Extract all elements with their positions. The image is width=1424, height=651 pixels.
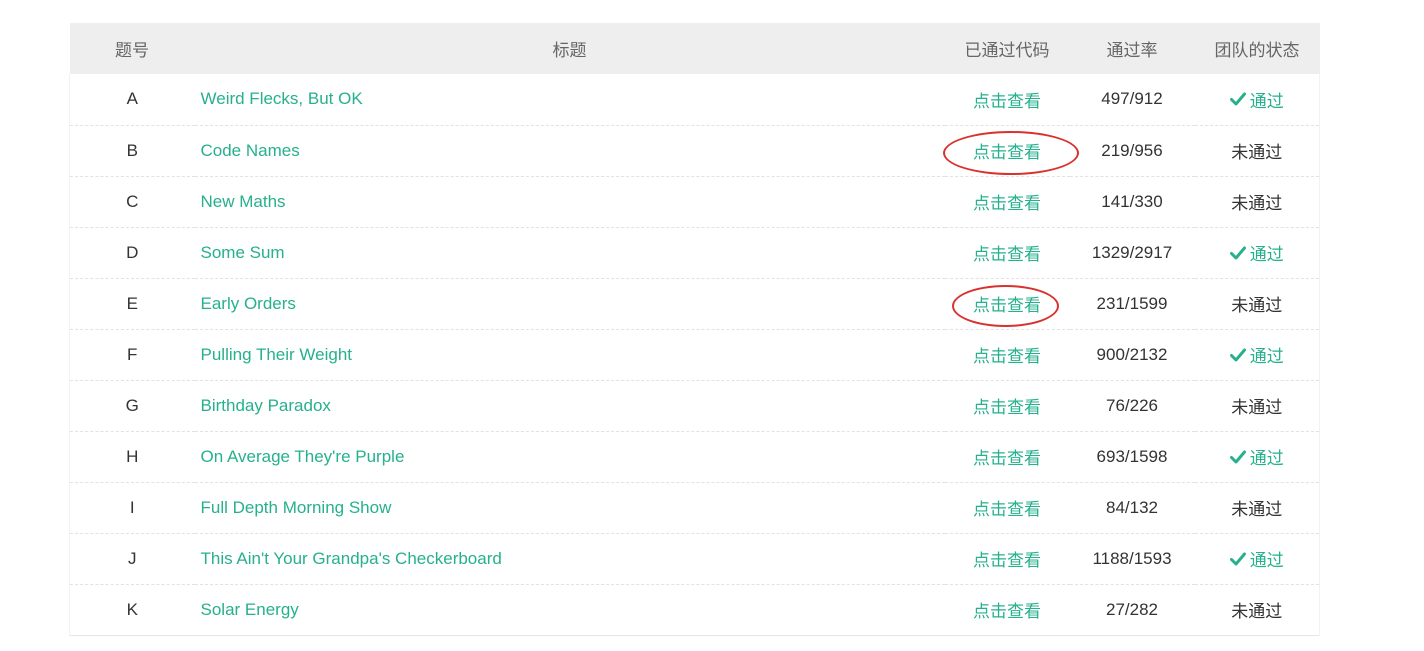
team-status-cell: 未通过	[1194, 278, 1320, 329]
problem-title-link[interactable]: This Ain't Your Grandpa's Checkerboard	[201, 549, 502, 568]
team-status-cell: 未通过	[1194, 482, 1320, 533]
header-id[interactable]: 题号	[70, 23, 195, 74]
team-status-cell: 未通过	[1194, 584, 1320, 635]
view-code-link[interactable]: 点击查看	[973, 500, 1041, 519]
table-row: H On Average They're Purple 点击查看 693/159…	[69, 431, 1320, 482]
problem-id: A	[69, 74, 195, 125]
header-status[interactable]: 团队的状态	[1195, 23, 1320, 74]
view-code-link[interactable]: 点击查看	[973, 551, 1041, 570]
status-not-passed: 未通过	[1231, 398, 1283, 417]
header-rate[interactable]: 通过率	[1070, 23, 1195, 74]
team-status-cell: 未通过	[1194, 380, 1320, 431]
status-label: 通过	[1249, 551, 1284, 570]
view-code-link[interactable]: 点击查看	[973, 143, 1041, 162]
problem-title-link[interactable]: Weird Flecks, But OK	[201, 89, 363, 108]
problem-title-link[interactable]: Solar Energy	[201, 600, 299, 619]
status-passed[interactable]: 通过	[1229, 342, 1284, 367]
problem-table: 题号 标题 已通过代码 通过率 团队的状态 A Weird Flecks, Bu…	[69, 23, 1320, 636]
view-code-link[interactable]: 点击查看	[973, 602, 1041, 621]
pass-rate: 1329/2917	[1091, 242, 1173, 262]
team-status-cell: 未通过	[1194, 176, 1320, 227]
problem-id: F	[69, 329, 195, 380]
status-label: 通过	[1249, 449, 1284, 468]
problem-id: E	[69, 278, 195, 329]
problem-id: G	[69, 380, 195, 431]
view-code-link[interactable]: 点击查看	[973, 449, 1041, 468]
view-code-link[interactable]: 点击查看	[973, 245, 1041, 264]
pass-rate: 84/132	[1106, 497, 1158, 517]
header-code[interactable]: 已通过代码	[945, 23, 1070, 74]
status-label: 通过	[1249, 347, 1284, 366]
table-row: F Pulling Their Weight 点击查看 900/2132 通过	[69, 329, 1320, 380]
team-status-cell: 通过	[1194, 533, 1320, 584]
table-body: A Weird Flecks, But OK 点击查看 497/912 通过 B…	[69, 74, 1320, 635]
table-row: A Weird Flecks, But OK 点击查看 497/912 通过	[69, 74, 1320, 125]
header-title[interactable]: 标题	[195, 23, 945, 74]
check-icon	[1229, 450, 1246, 464]
problem-id: I	[69, 482, 195, 533]
view-code-link[interactable]: 点击查看	[973, 398, 1041, 417]
problem-title-link[interactable]: Pulling Their Weight	[201, 345, 353, 364]
team-status-cell: 通过	[1194, 227, 1320, 278]
table-row: B Code Names 点击查看 219/956 未通过	[69, 125, 1320, 176]
problem-title-link[interactable]: Code Names	[201, 141, 300, 160]
table-row: K Solar Energy 点击查看 27/282 未通过	[69, 584, 1320, 635]
view-code-link[interactable]: 点击查看	[973, 347, 1041, 366]
table-row: E Early Orders 点击查看 231/1599 未通过	[69, 278, 1320, 329]
status-passed[interactable]: 通过	[1229, 87, 1284, 112]
team-status-cell: 通过	[1194, 74, 1320, 125]
pass-rate: 219/956	[1101, 140, 1163, 160]
pass-rate: 900/2132	[1096, 344, 1168, 364]
problem-title-link[interactable]: New Maths	[201, 192, 286, 211]
pass-rate: 693/1598	[1096, 446, 1168, 466]
table-row: G Birthday Paradox 点击查看 76/226 未通过	[69, 380, 1320, 431]
problem-title-link[interactable]: On Average They're Purple	[201, 447, 405, 466]
problem-id: J	[69, 533, 195, 584]
problem-id: K	[69, 584, 195, 635]
problem-id: H	[69, 431, 195, 482]
table-row: D Some Sum 点击查看 1329/2917 通过	[69, 227, 1320, 278]
problem-title-link[interactable]: Full Depth Morning Show	[201, 498, 392, 517]
team-status-cell: 通过	[1194, 431, 1320, 482]
problem-table-container: 题号 标题 已通过代码 通过率 团队的状态 A Weird Flecks, Bu…	[69, 23, 1320, 636]
status-not-passed: 未通过	[1231, 194, 1283, 213]
check-icon	[1229, 92, 1246, 106]
table-header-row: 题号 标题 已通过代码 通过率 团队的状态	[69, 23, 1320, 74]
pass-rate: 231/1599	[1096, 293, 1168, 313]
status-passed[interactable]: 通过	[1229, 240, 1284, 265]
status-not-passed: 未通过	[1231, 296, 1283, 315]
problem-id: B	[69, 125, 195, 176]
pass-rate: 1188/1593	[1092, 548, 1172, 568]
problem-title-link[interactable]: Birthday Paradox	[201, 396, 331, 415]
check-icon	[1229, 246, 1246, 260]
view-code-link[interactable]: 点击查看	[973, 92, 1041, 111]
status-label: 通过	[1249, 91, 1284, 111]
status-passed[interactable]: 通过	[1229, 444, 1284, 469]
check-icon	[1229, 552, 1246, 566]
pass-rate: 27/282	[1106, 599, 1158, 619]
table-row: J This Ain't Your Grandpa's Checkerboard…	[69, 533, 1320, 584]
view-code-link[interactable]: 点击查看	[973, 194, 1041, 213]
status-label: 通过	[1249, 245, 1284, 264]
table-row: I Full Depth Morning Show 点击查看 84/132 未通…	[69, 482, 1320, 533]
problem-title-link[interactable]: Some Sum	[201, 243, 285, 262]
view-code-link[interactable]: 点击查看	[973, 296, 1041, 315]
status-passed[interactable]: 通过	[1229, 546, 1284, 571]
problem-title-link[interactable]: Early Orders	[201, 294, 296, 313]
pass-rate: 141/330	[1101, 191, 1163, 211]
status-not-passed: 未通过	[1231, 143, 1283, 162]
problem-id: C	[69, 176, 195, 227]
check-icon	[1229, 348, 1246, 362]
status-not-passed: 未通过	[1231, 500, 1283, 519]
status-not-passed: 未通过	[1231, 602, 1283, 621]
table-row: C New Maths 点击查看 141/330 未通过	[69, 176, 1320, 227]
team-status-cell: 未通过	[1194, 125, 1320, 176]
team-status-cell: 通过	[1194, 329, 1320, 380]
problem-id: D	[69, 227, 195, 278]
pass-rate: 76/226	[1106, 395, 1158, 415]
pass-rate: 497/912	[1101, 89, 1163, 109]
